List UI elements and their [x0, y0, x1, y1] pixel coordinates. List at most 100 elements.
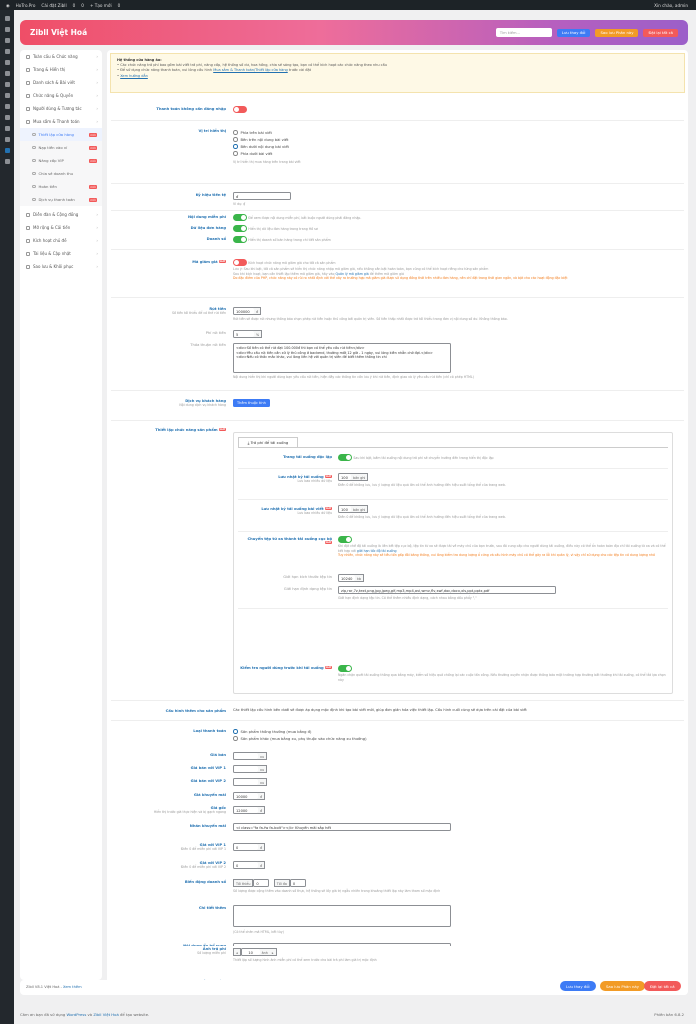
vip1-price-input[interactable] [233, 765, 259, 773]
dl-redirect-toggle[interactable] [338, 454, 352, 461]
dl-remote-warning: Tuy nhiên, chức năng này sẽ tiêu tốn gấp… [338, 553, 655, 558]
footer-reset-button[interactable]: Đặt lại tất cả [644, 981, 681, 991]
dl-check-toggle[interactable] [338, 665, 352, 672]
wp-logo-icon[interactable]: ◉ [6, 3, 10, 8]
nav-subitem-10[interactable]: Hoàn tiền mới [20, 180, 102, 193]
new-badge: mới [88, 158, 97, 163]
currency-input[interactable]: đ [233, 192, 291, 200]
nav-subitem-9[interactable]: Chia sẻ doanh thu [20, 167, 102, 180]
dl-log-hint: Điền 0 để không lưu, lưu ý lượng dữ liệu… [338, 483, 506, 487]
shop-icon[interactable] [4, 82, 10, 87]
speed-limit-link[interactable]: giới hạn tốc độ tải xuống [357, 549, 397, 553]
withdraw-desc-textarea[interactable]: <div>Số tiền có thể rút đạt 100.000đ thì… [233, 343, 451, 373]
plugins-icon[interactable] [4, 104, 10, 109]
dl-ext-input[interactable]: zip,rar,7z,text,png,jpg,jpeg,gif,mp3,mp4… [338, 586, 556, 594]
zibll-link[interactable]: Zibll Việt Hoá [93, 1012, 119, 1017]
orig-price-input[interactable]: 12000 [233, 806, 259, 814]
adminbar-site[interactable]: HoTro.Pro [16, 3, 36, 8]
position-option-2[interactable]: Bên trên nội dung bài viết [233, 136, 301, 143]
nav-subitem-8[interactable]: Nâng cấp VIP mới [20, 154, 102, 167]
nav-subitem-11[interactable]: Dịch vụ thanh toán mới [20, 193, 102, 206]
dl-size-input[interactable]: 10240 [338, 574, 356, 582]
nav-item-1[interactable]: Trang & Hiển thị › [20, 63, 102, 76]
demo-input[interactable]: 10 [240, 948, 261, 956]
ptype-points[interactable]: Sản phẩm khác (mua bằng xu, phụ thuộc và… [233, 735, 367, 742]
nav-item-15[interactable]: Tài liệu & Cập nhật › [20, 247, 102, 260]
demo-minus[interactable]: ◂ [233, 948, 241, 956]
promo-tag-input[interactable]: <i class="fa fa-fw fa-bolt"></i> Khuyến … [233, 823, 451, 831]
backup-section-button[interactable]: Sao lưu Phân này [595, 28, 639, 37]
pages-icon[interactable] [4, 49, 10, 54]
nav-subitem-6[interactable]: Thiết lập cửa hàng mới [20, 128, 102, 141]
coupon-hint: Kích hoạt chức năng mã giảm giá cho tất … [248, 261, 336, 265]
position-option-3[interactable]: Bên dưới nội dung bài viết [233, 143, 301, 150]
withdraw-min-input[interactable]: 100000 [233, 307, 255, 315]
position-option-1[interactable]: Phía trên bài viết [233, 129, 301, 136]
nav-item-0[interactable]: Toàn cầu & Chức năng › [20, 50, 102, 63]
footer-backup-button[interactable]: Sao lưu Phân này [600, 981, 645, 991]
admin-bar: ◉ HoTro.Pro Cài đặt Zibll 0 0 + Tạo mới … [0, 0, 696, 10]
nav-label: Người dùng & Tương tác [33, 106, 82, 111]
position-option-4[interactable]: Phía dưới bài viết [233, 150, 301, 157]
vip2-free-input[interactable]: 0 [233, 861, 259, 869]
reset-all-button[interactable]: Đặt lại tất cả [643, 28, 678, 37]
order-data-toggle[interactable] [233, 225, 247, 232]
free-content-toggle[interactable] [233, 214, 247, 221]
settings-icon[interactable] [4, 137, 10, 142]
guide-link[interactable]: Xem hướng dẫn [120, 74, 148, 78]
search-input[interactable]: Tìm kiếm... [495, 28, 552, 37]
price-input[interactable] [233, 752, 259, 760]
comments-icon[interactable] [4, 60, 10, 65]
adminbar-greeting[interactable]: Xin chào, admin [654, 3, 688, 8]
collapse-icon[interactable] [4, 159, 10, 164]
withdraw-desc-hint: Nội dung hiển thị khi người dùng bạn yêu… [233, 375, 474, 379]
nav-item-5[interactable]: Mua sắm & Thanh toán › [20, 115, 102, 128]
dl-remote-toggle[interactable] [338, 536, 352, 543]
promo-price-input[interactable]: 10000 [233, 792, 259, 800]
sales-min-input[interactable]: 0 [253, 879, 270, 887]
adminbar-settings[interactable]: Cài đặt Zibll [41, 3, 66, 8]
forum-icon[interactable] [4, 71, 10, 76]
coupon-manage-link[interactable]: Quản lý mã giảm giá [335, 272, 368, 276]
nav-item-16[interactable]: Sao lưu & Khôi phục › [20, 260, 102, 273]
vip2-price-input[interactable] [233, 778, 259, 786]
users-icon[interactable] [4, 115, 10, 120]
coupon-toggle[interactable] [233, 259, 247, 266]
tab-paid-download[interactable]: ⤓ Trả phí để tải xuống [238, 437, 298, 447]
nav-item-12[interactable]: Diễn đàn & Cộng đồng › [20, 208, 102, 221]
sales-toggle[interactable] [233, 236, 247, 243]
appearance-icon[interactable] [4, 93, 10, 98]
nav-subitem-7[interactable]: Nạp tiền vào ví mới [20, 141, 102, 154]
footer-save-button[interactable]: Lưu thay đổi [560, 981, 596, 991]
footer-more-link[interactable]: Xem thêm [63, 985, 82, 989]
nav-label: Thiết lập cửa hàng [38, 132, 74, 137]
vip1-free-input[interactable]: 0 [233, 843, 259, 851]
sales-max-input[interactable]: 0 [289, 879, 306, 887]
nav-item-14[interactable]: Kích hoạt chủ đề › [20, 234, 102, 247]
dl-log-input[interactable]: 100 [338, 473, 352, 481]
adminbar-comments[interactable]: 0 [81, 3, 84, 8]
adminbar-updates[interactable]: 0 [73, 3, 76, 8]
nav-item-4[interactable]: Người dùng & Tương tác › [20, 102, 102, 115]
vip1-free-label: Giá với VIP 1 Điền 0 để miễn phí với VIP … [180, 843, 226, 851]
zibll-icon[interactable] [4, 148, 10, 153]
tools-icon[interactable] [4, 126, 10, 131]
nav-item-3[interactable]: Chức năng & Quyền › [20, 89, 102, 102]
nav-item-13[interactable]: Mở rộng & Cải tiến › [20, 221, 102, 234]
login-pay-toggle[interactable] [233, 106, 247, 113]
nav-item-2[interactable]: Danh sách & Bài viết › [20, 76, 102, 89]
notice-link[interactable]: Mua sắm & Thanh toán/Thiết lập cửa hàng [213, 68, 288, 72]
service-add-button[interactable]: Thêm thuộc tính [233, 399, 270, 407]
detail-textarea[interactable] [233, 905, 451, 927]
adminbar-new[interactable]: + Tạo mới [90, 3, 112, 8]
save-button[interactable]: Lưu thay đổi [556, 28, 591, 37]
dashboard-icon[interactable] [4, 16, 10, 21]
media-icon[interactable] [4, 38, 10, 43]
dl-post-log-input[interactable]: 100 [338, 505, 352, 513]
posts-icon[interactable] [4, 27, 10, 32]
ptype-normal[interactable]: Sản phẩm thông thường (mua bằng đ) [233, 728, 367, 735]
adminbar-notify[interactable]: 0 [118, 3, 121, 8]
withdraw-fee-input[interactable]: 5 [233, 330, 255, 338]
demo-plus[interactable]: ▸ [269, 948, 277, 956]
wordpress-link[interactable]: WordPress [67, 1012, 87, 1017]
